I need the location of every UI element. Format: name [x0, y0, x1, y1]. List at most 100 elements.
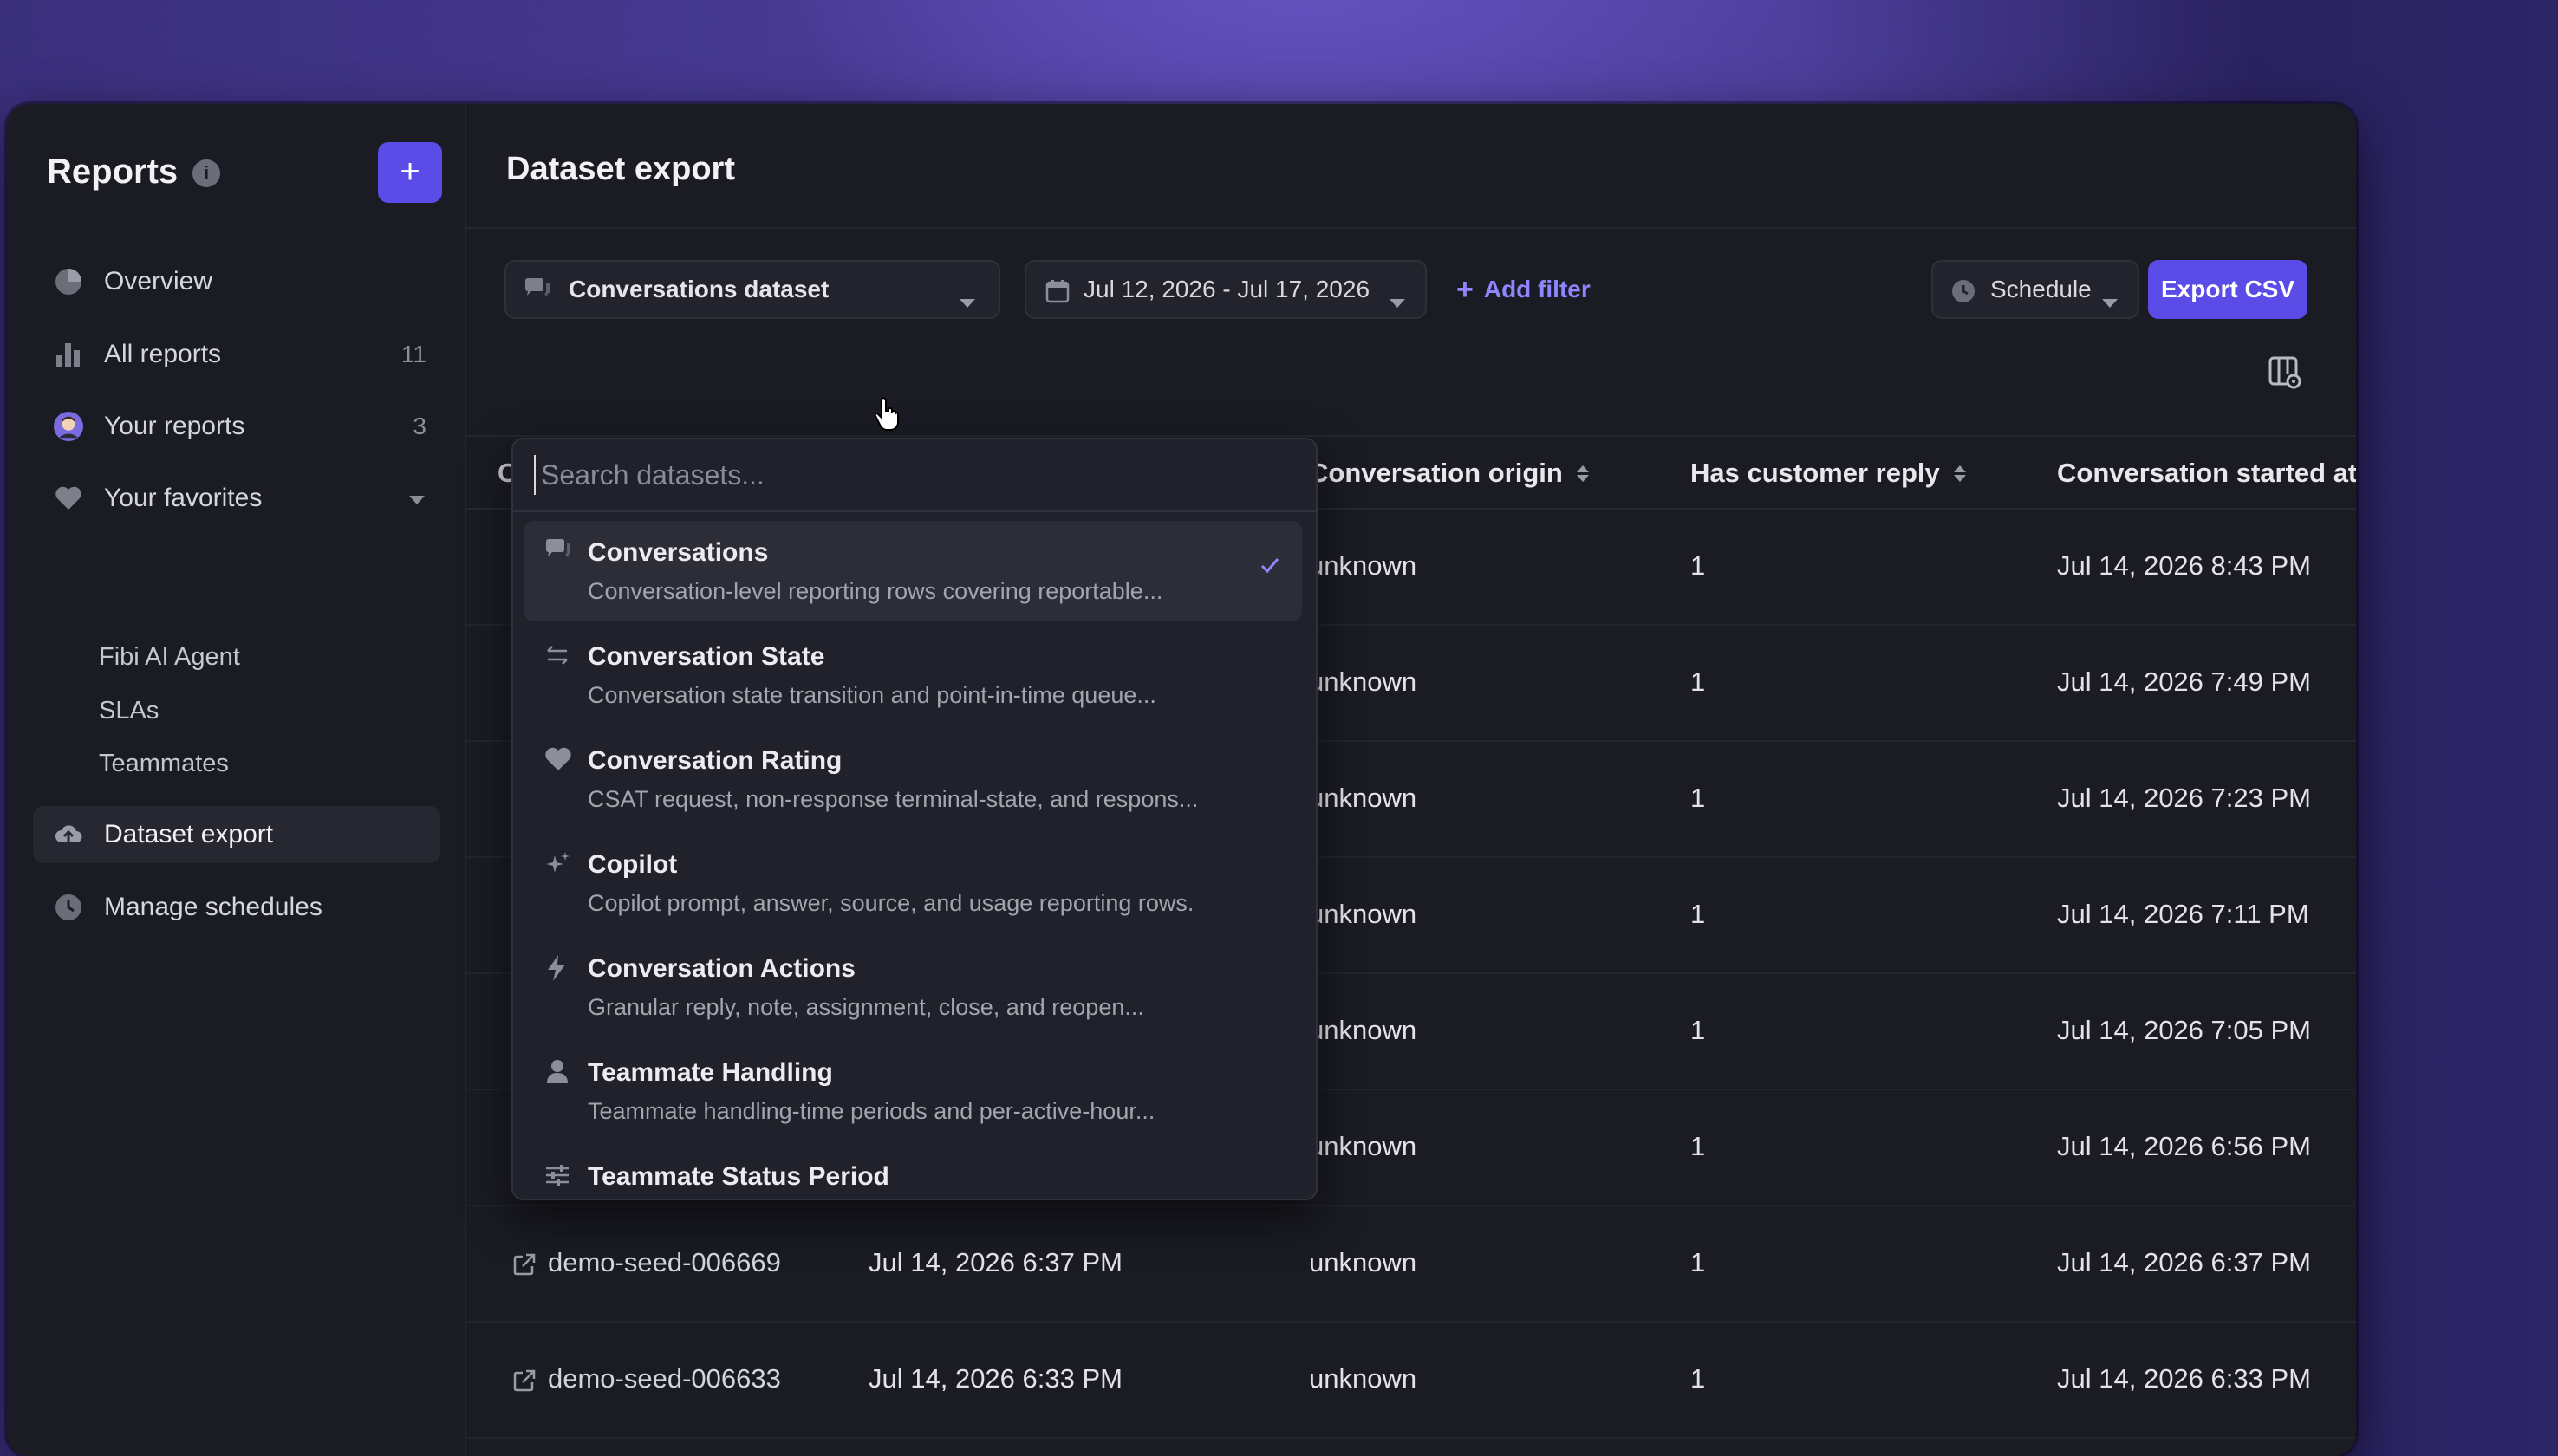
- row-created-at: Jul 14, 2026 6:37 PM: [869, 1247, 1123, 1277]
- row-has-reply: 1: [1690, 1131, 1706, 1161]
- dataset-option[interactable]: Teammate Status Period: [524, 1145, 1302, 1199]
- favorite-item-fibi-ai-agent[interactable]: Fibi AI Agent: [99, 643, 240, 672]
- schedule-select[interactable]: Schedule: [1931, 260, 2139, 319]
- pointer-cursor-icon: [874, 397, 900, 432]
- dataset-option-desc: CSAT request, non-response terminal-stat…: [588, 786, 1199, 812]
- checkmark-icon: [1259, 554, 1281, 576]
- favorite-item-teammates[interactable]: Teammates: [99, 750, 229, 778]
- dataset-option-name: Conversation Actions: [588, 954, 856, 983]
- favorite-item-slas[interactable]: SLAs: [99, 697, 159, 725]
- dataset-option-name: Conversations: [588, 538, 769, 567]
- sort-icon[interactable]: [1577, 465, 1587, 482]
- row-origin: unknown: [1309, 1247, 1417, 1277]
- sort-icon[interactable]: [1954, 465, 1964, 482]
- row-started-at: Jul 14, 2026 7:11 PM: [2057, 899, 2309, 929]
- row-started-at: Jul 14, 2026 8:43 PM: [2057, 550, 2311, 581]
- dataset-option[interactable]: Conversation Rating CSAT request, non-res…: [524, 729, 1302, 829]
- column-header-origin[interactable]: Conversation origin: [1309, 458, 1587, 489]
- row-started-at: Jul 14, 2026 6:56 PM: [2057, 1131, 2311, 1161]
- cloud-export-icon: [54, 820, 83, 849]
- sidebar: Reports i + Overview All reports 11 Your…: [7, 104, 466, 1456]
- sidebar-item-your-reports[interactable]: Your reports 3: [33, 398, 440, 455]
- date-range-label: Jul 12, 2026 - Jul 17, 2026: [1084, 276, 1370, 302]
- report-count: 11: [400, 341, 426, 367]
- sidebar-item-all-reports[interactable]: All reports 11: [33, 326, 440, 383]
- plus-icon: +: [1456, 273, 1474, 306]
- sidebar-item-dataset-export[interactable]: Dataset export: [33, 806, 440, 863]
- dataset-option[interactable]: Conversation Actions Granular reply, note…: [524, 937, 1302, 1037]
- external-link-icon[interactable]: [513, 1251, 536, 1276]
- sparkle-icon: [544, 850, 572, 878]
- row-origin: unknown: [1309, 550, 1417, 581]
- sidebar-title: Reports: [47, 153, 179, 191]
- row-started-at: Jul 14, 2026 6:37 PM: [2057, 1247, 2311, 1277]
- sidebar-item-label: All reports: [104, 340, 222, 368]
- external-link-icon[interactable]: [513, 1368, 536, 1392]
- chevron-down-icon: [1389, 287, 1406, 315]
- sidebar-item-label: Dataset export: [104, 820, 274, 848]
- row-started-at: Jul 14, 2026 7:49 PM: [2057, 666, 2311, 697]
- dataset-search-input[interactable]: [534, 455, 1288, 495]
- row-started-at: Jul 14, 2026 6:33 PM: [2057, 1363, 2311, 1394]
- dataset-select[interactable]: Conversations dataset: [504, 260, 1000, 319]
- header-divider: [466, 227, 2356, 229]
- chevron-down-icon[interactable]: [407, 484, 426, 512]
- row-has-reply: 1: [1690, 550, 1706, 581]
- person-icon: [544, 1058, 572, 1086]
- report-count: 3: [413, 413, 426, 439]
- sidebar-item-your-favorites[interactable]: Your favorites: [33, 470, 440, 527]
- row-id-link[interactable]: demo-seed-006669: [513, 1247, 781, 1278]
- chat-bubbles-icon: [544, 538, 572, 566]
- dataset-option[interactable]: Conversations Conversation-level reportin…: [524, 521, 1302, 621]
- table-row[interactable]: demo-seed-006633 Jul 14, 2026 6:33 PM unkn…: [466, 1321, 2356, 1439]
- row-origin: unknown: [1309, 783, 1417, 813]
- column-header-started-at[interactable]: Conversation started at: [2057, 458, 2356, 489]
- sidebar-item-label: Manage schedules: [104, 893, 322, 921]
- add-filter-label: Add filter: [1483, 276, 1591, 302]
- export-csv-button[interactable]: Export CSV: [2148, 260, 2307, 319]
- add-report-button[interactable]: +: [378, 142, 442, 203]
- lightning-icon: [544, 954, 572, 982]
- sidebar-item-label: Your reports: [104, 412, 245, 440]
- column-header-has-reply[interactable]: Has customer reply: [1690, 458, 1964, 489]
- dataset-option[interactable]: Copilot Copilot prompt, answer, source, a…: [524, 833, 1302, 933]
- user-avatar-icon: [54, 412, 83, 441]
- column-settings-icon[interactable]: [2268, 355, 2302, 390]
- clock-icon: [54, 893, 83, 922]
- dataset-option-desc: Copilot prompt, answer, source, and usag…: [588, 890, 1194, 916]
- row-created-at: Jul 14, 2026 6:33 PM: [869, 1363, 1123, 1394]
- chevron-down-icon: [2101, 287, 2119, 315]
- table-row[interactable]: demo-seed-006669 Jul 14, 2026 6:37 PM unkn…: [466, 1205, 2356, 1323]
- pie-chart-icon: [54, 267, 83, 296]
- dataset-select-label: Conversations dataset: [569, 276, 830, 302]
- row-id-link[interactable]: demo-seed-006633: [513, 1363, 781, 1394]
- row-started-at: Jul 14, 2026 7:05 PM: [2057, 1015, 2311, 1045]
- dataset-option[interactable]: Conversation State Conversation state tra…: [524, 625, 1302, 725]
- row-has-reply: 1: [1690, 783, 1706, 813]
- sidebar-item-manage-schedules[interactable]: Manage schedules: [33, 879, 440, 936]
- row-origin: unknown: [1309, 666, 1417, 697]
- dataset-dropdown: Conversations Conversation-level reportin…: [511, 438, 1318, 1200]
- dataset-option-desc: Conversation state transition and point-…: [588, 682, 1156, 708]
- sidebar-item-overview[interactable]: Overview: [33, 253, 440, 310]
- row-origin: unknown: [1309, 1131, 1417, 1161]
- sidebar-item-label: Your favorites: [104, 484, 263, 512]
- row-has-reply: 1: [1690, 1247, 1706, 1277]
- heart-icon: [54, 484, 83, 513]
- row-has-reply: 1: [1690, 1015, 1706, 1045]
- bar-chart-icon: [54, 340, 83, 369]
- info-icon[interactable]: i: [192, 159, 220, 187]
- date-range-picker[interactable]: Jul 12, 2026 - Jul 17, 2026: [1025, 260, 1427, 319]
- row-origin: unknown: [1309, 1363, 1417, 1394]
- row-has-reply: 1: [1690, 899, 1706, 929]
- row-has-reply: 1: [1690, 1363, 1706, 1394]
- app-window: Reports i + Overview All reports 11 Your…: [7, 104, 2356, 1456]
- dataset-option-name: Copilot: [588, 850, 678, 879]
- dataset-option[interactable]: Teammate Handling Teammate handling-time …: [524, 1041, 1302, 1141]
- dataset-search: [513, 439, 1316, 512]
- dataset-option-name: Conversation State: [588, 642, 825, 671]
- page-title: Dataset export: [506, 151, 735, 187]
- sidebar-item-label: Overview: [104, 267, 213, 296]
- dataset-option-desc: Granular reply, note, assignment, close,…: [588, 994, 1144, 1020]
- add-filter-button[interactable]: + Add filter: [1456, 260, 1591, 319]
